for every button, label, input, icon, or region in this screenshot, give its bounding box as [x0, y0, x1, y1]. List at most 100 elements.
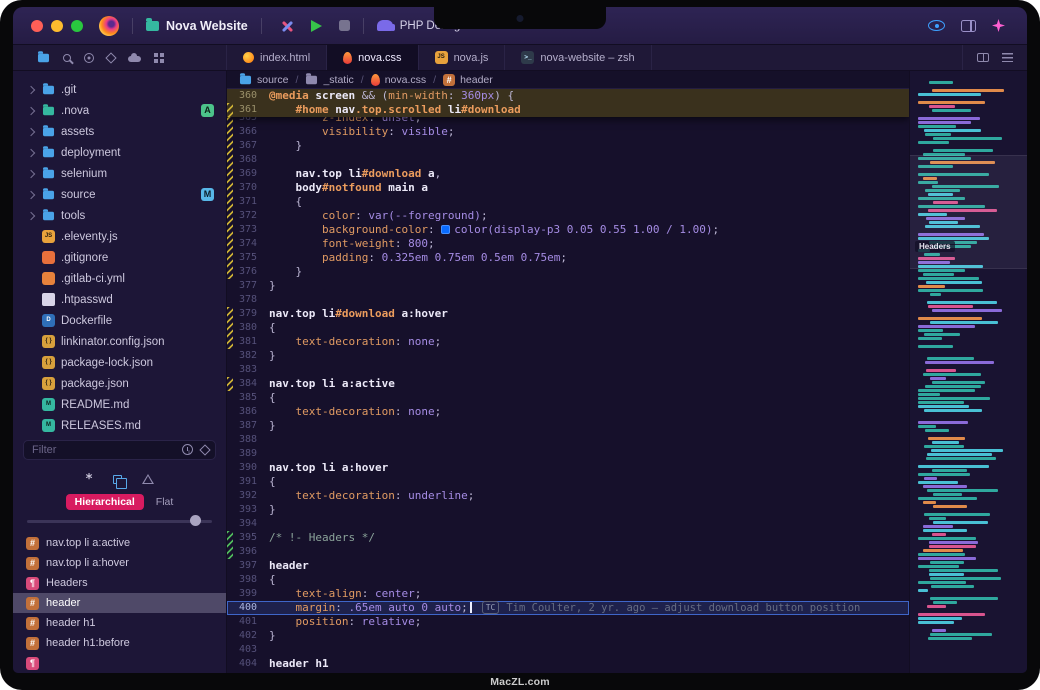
layout-columns-icon[interactable] — [961, 20, 976, 32]
disclosure-chevron-icon[interactable] — [25, 87, 36, 93]
disclosure-chevron-icon[interactable] — [25, 171, 36, 177]
tree-item-releases-md[interactable]: MRELEASES.md — [13, 415, 226, 435]
editor-list-icon[interactable] — [1002, 53, 1013, 62]
code-line[interactable]: 400 margin: .65em auto 0 auto;TCTim Coul… — [227, 601, 909, 615]
symbol-item[interactable]: ¶ — [13, 653, 226, 673]
code-line[interactable]: 375 padding: 0.325em 0.75em 0.5em 0.75em… — [227, 251, 909, 265]
code-line[interactable]: 373 background-color: color(display-p3 0… — [227, 223, 909, 237]
slider-track[interactable] — [27, 520, 212, 523]
code-line[interactable]: 399 text-align: center; — [227, 587, 909, 601]
tab-nova-css[interactable]: nova.css — [327, 45, 418, 70]
stop-button[interactable] — [339, 20, 350, 31]
run-button[interactable] — [311, 20, 322, 32]
code-line[interactable]: 404header h1 — [227, 657, 909, 671]
crystal-icon[interactable] — [199, 444, 210, 455]
minimize-button[interactable] — [51, 20, 63, 32]
tree-item-tools[interactable]: tools — [13, 205, 226, 226]
layers-icon[interactable] — [113, 475, 122, 484]
tree-item-package-lock-json[interactable]: { }package-lock.json — [13, 352, 226, 373]
code-line[interactable]: 388 — [227, 433, 909, 447]
search-icon[interactable] — [63, 54, 71, 62]
tree-item-source[interactable]: sourceM — [13, 184, 226, 205]
cloud-icon[interactable] — [128, 56, 141, 62]
minimap[interactable]: Headers — [909, 71, 1027, 673]
code-line[interactable]: 393} — [227, 503, 909, 517]
code-line[interactable]: 382} — [227, 349, 909, 363]
code-line[interactable]: 374 font-weight: 800; — [227, 237, 909, 251]
tree-item-assets[interactable]: assets — [13, 121, 226, 142]
code-line[interactable]: 391{ — [227, 475, 909, 489]
code-line[interactable]: 383 — [227, 363, 909, 377]
code-line[interactable]: 366 visibility: visible; — [227, 125, 909, 139]
symbol-item-headers[interactable]: ¶Headers — [13, 573, 226, 593]
warning-triangle-icon[interactable] — [142, 474, 154, 484]
files-folder-icon[interactable] — [38, 53, 49, 62]
symbol-item-header-h1[interactable]: #header h1 — [13, 613, 226, 633]
sticky-code-line[interactable]: 360@media screen && (min-width: 360px) { — [227, 89, 909, 103]
split-editor-icon[interactable] — [977, 53, 989, 62]
code-line[interactable]: 379nav.top li#download a:hover — [227, 307, 909, 321]
breadcrumb-item-nova-css[interactable]: nova.css — [371, 74, 426, 86]
code-line[interactable]: 380{ — [227, 321, 909, 335]
disclosure-chevron-icon[interactable] — [25, 192, 36, 198]
code-line[interactable]: 392 text-decoration: underline; — [227, 489, 909, 503]
tree-item-selenium[interactable]: selenium — [13, 163, 226, 184]
symbol-item-header-h1-before[interactable]: #header h1:before — [13, 633, 226, 653]
tree-item-package-json[interactable]: { }package.json — [13, 373, 226, 394]
code-line[interactable]: 401 position: relative; — [227, 615, 909, 629]
code-line[interactable]: 402} — [227, 629, 909, 643]
code-line[interactable]: 376 } — [227, 265, 909, 279]
code-line[interactable]: 372 color: var(--foreground); — [227, 209, 909, 223]
code-line[interactable]: 386 text-decoration: none; — [227, 405, 909, 419]
breadcrumb-item--static[interactable]: _static — [305, 74, 353, 86]
disclosure-chevron-icon[interactable] — [25, 129, 36, 135]
tree-item--htpasswd[interactable]: .htpasswd — [13, 289, 226, 310]
view-mode-flat[interactable]: Flat — [156, 496, 174, 508]
view-mode-hierarchical[interactable]: Hierarchical — [66, 494, 144, 510]
sticky-code-line[interactable]: 361 #home nav.top.scrolled li#download — [227, 103, 909, 117]
disclosure-chevron-icon[interactable] — [25, 108, 36, 114]
tree-item-linkinator-config-json[interactable]: { }linkinator.config.json — [13, 331, 226, 352]
code-line[interactable]: 384nav.top li a:active — [227, 377, 909, 391]
code-line[interactable]: 367 } — [227, 139, 909, 153]
code-line[interactable]: 390nav.top li a:hover — [227, 461, 909, 475]
code-line[interactable]: 369 nav.top li#download a, — [227, 167, 909, 181]
firefox-icon[interactable] — [99, 16, 119, 36]
code-line[interactable]: 377} — [227, 279, 909, 293]
tree-item--eleventy-js[interactable]: JS.eleventy.js — [13, 226, 226, 247]
symbol-item-header[interactable]: #header — [13, 593, 226, 613]
code-line[interactable]: 395/* !- Headers */ — [227, 531, 909, 545]
slider-knob[interactable] — [190, 515, 201, 526]
code-line[interactable]: 371 { — [227, 195, 909, 209]
project-button[interactable]: Nova Website — [146, 19, 248, 33]
breadcrumb-item-header[interactable]: #header — [443, 74, 493, 86]
code-line[interactable]: 397header — [227, 559, 909, 573]
zoom-button[interactable] — [71, 20, 83, 32]
code-line[interactable]: 370 body#notfound main a — [227, 181, 909, 195]
tools-icon[interactable] — [279, 18, 295, 34]
code-line[interactable]: 394 — [227, 517, 909, 531]
tree-item--gitignore[interactable]: .gitignore — [13, 247, 226, 268]
compass-icon[interactable] — [84, 53, 94, 63]
code-line[interactable]: 387} — [227, 419, 909, 433]
code-line[interactable]: 398{ — [227, 573, 909, 587]
disclosure-chevron-icon[interactable] — [25, 213, 36, 219]
history-clock-icon[interactable] — [182, 444, 193, 455]
tab-index-html[interactable]: index.html — [227, 45, 327, 70]
tree-item-deployment[interactable]: deployment — [13, 142, 226, 163]
gem-icon[interactable] — [105, 52, 116, 63]
symbol-item-nav-top-li-a-active[interactable]: #nav.top li a:active — [13, 533, 226, 553]
code-line[interactable]: 403 — [227, 643, 909, 657]
symbols-size-slider[interactable] — [27, 515, 212, 527]
tree-item--nova[interactable]: .novaA — [13, 100, 226, 121]
tab-nova-js[interactable]: JSnova.js — [419, 45, 506, 70]
preview-eye-icon[interactable] — [928, 20, 945, 31]
tab-nova-website-zsh[interactable]: >_nova-website – zsh — [505, 45, 651, 70]
tree-item--gitlab-ci-yml[interactable]: .gitlab-ci.yml — [13, 268, 226, 289]
close-button[interactable] — [31, 20, 43, 32]
code-area[interactable]: 365 z-index: unset;366 visibility: visib… — [227, 89, 909, 673]
code-line[interactable]: 381 text-decoration: none; — [227, 335, 909, 349]
app-grid-icon[interactable] — [154, 53, 158, 57]
sparkle-icon[interactable] — [992, 19, 1005, 32]
code-line[interactable]: 368 — [227, 153, 909, 167]
